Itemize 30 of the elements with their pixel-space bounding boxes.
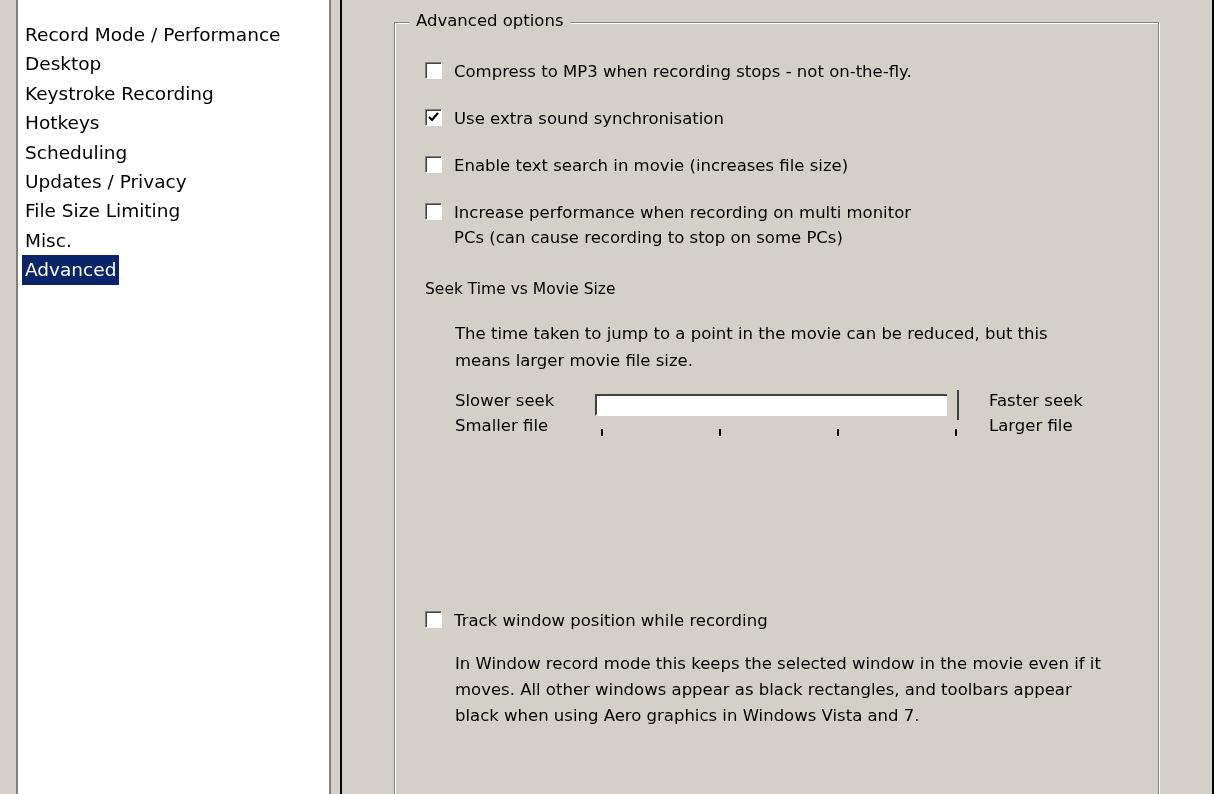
checkbox[interactable] [425, 203, 442, 220]
checkmark-icon [428, 112, 439, 123]
slider-tick [837, 429, 839, 436]
category-item[interactable]: Scheduling [22, 137, 131, 167]
category-item[interactable]: Advanced [22, 255, 120, 285]
description-text: In Window record mode this keeps the selected window in the movie even if it moves. All other windows appear as black rectangles, and toolbars appear black when using Aero graphics in Windows Vista and 7. [455, 653, 1102, 727]
checkbox-label[interactable]: Enable text search in movie (increases file size) [454, 153, 849, 178]
slider-tick [719, 429, 721, 436]
checkbox[interactable] [425, 62, 442, 79]
slider-max-label: Faster seek Larger file [989, 390, 1084, 437]
checkbox[interactable] [425, 611, 442, 628]
checkbox[interactable] [425, 109, 442, 126]
section-title: Seek Time vs Movie Size [425, 280, 617, 298]
slider-tick [955, 429, 957, 436]
checkbox[interactable] [425, 156, 442, 173]
checkbox-label[interactable]: Use extra sound synchronisation [454, 106, 724, 131]
checkbox-label[interactable]: Increase performance when recording on multi monitor PCs (can cause recording to stop on some PCs) [454, 200, 912, 250]
category-item[interactable]: Hotkeys [22, 108, 103, 138]
slider-tick [601, 429, 603, 436]
checkbox-label[interactable]: Compress to MP3 when recording stops - not on-the-fly. [454, 59, 912, 84]
category-item[interactable]: File Size Limiting [22, 196, 184, 226]
category-item[interactable]: Misc. [22, 225, 75, 256]
category-item[interactable]: Record Mode / Performance [22, 20, 284, 50]
category-item[interactable]: Desktop [22, 49, 105, 79]
checkbox-label[interactable]: Track window position while recording [454, 608, 768, 633]
description-text: The time taken to jump to a point in the movie can be reduced, but this means larger movie file size. [455, 323, 1049, 372]
category-item[interactable]: Keystroke Recording [22, 78, 217, 109]
slider-min-label: Slower seek Smaller file [455, 390, 556, 437]
category-item[interactable]: Updates / Privacy [22, 166, 190, 197]
group-title: Advanced options [409, 11, 571, 30]
